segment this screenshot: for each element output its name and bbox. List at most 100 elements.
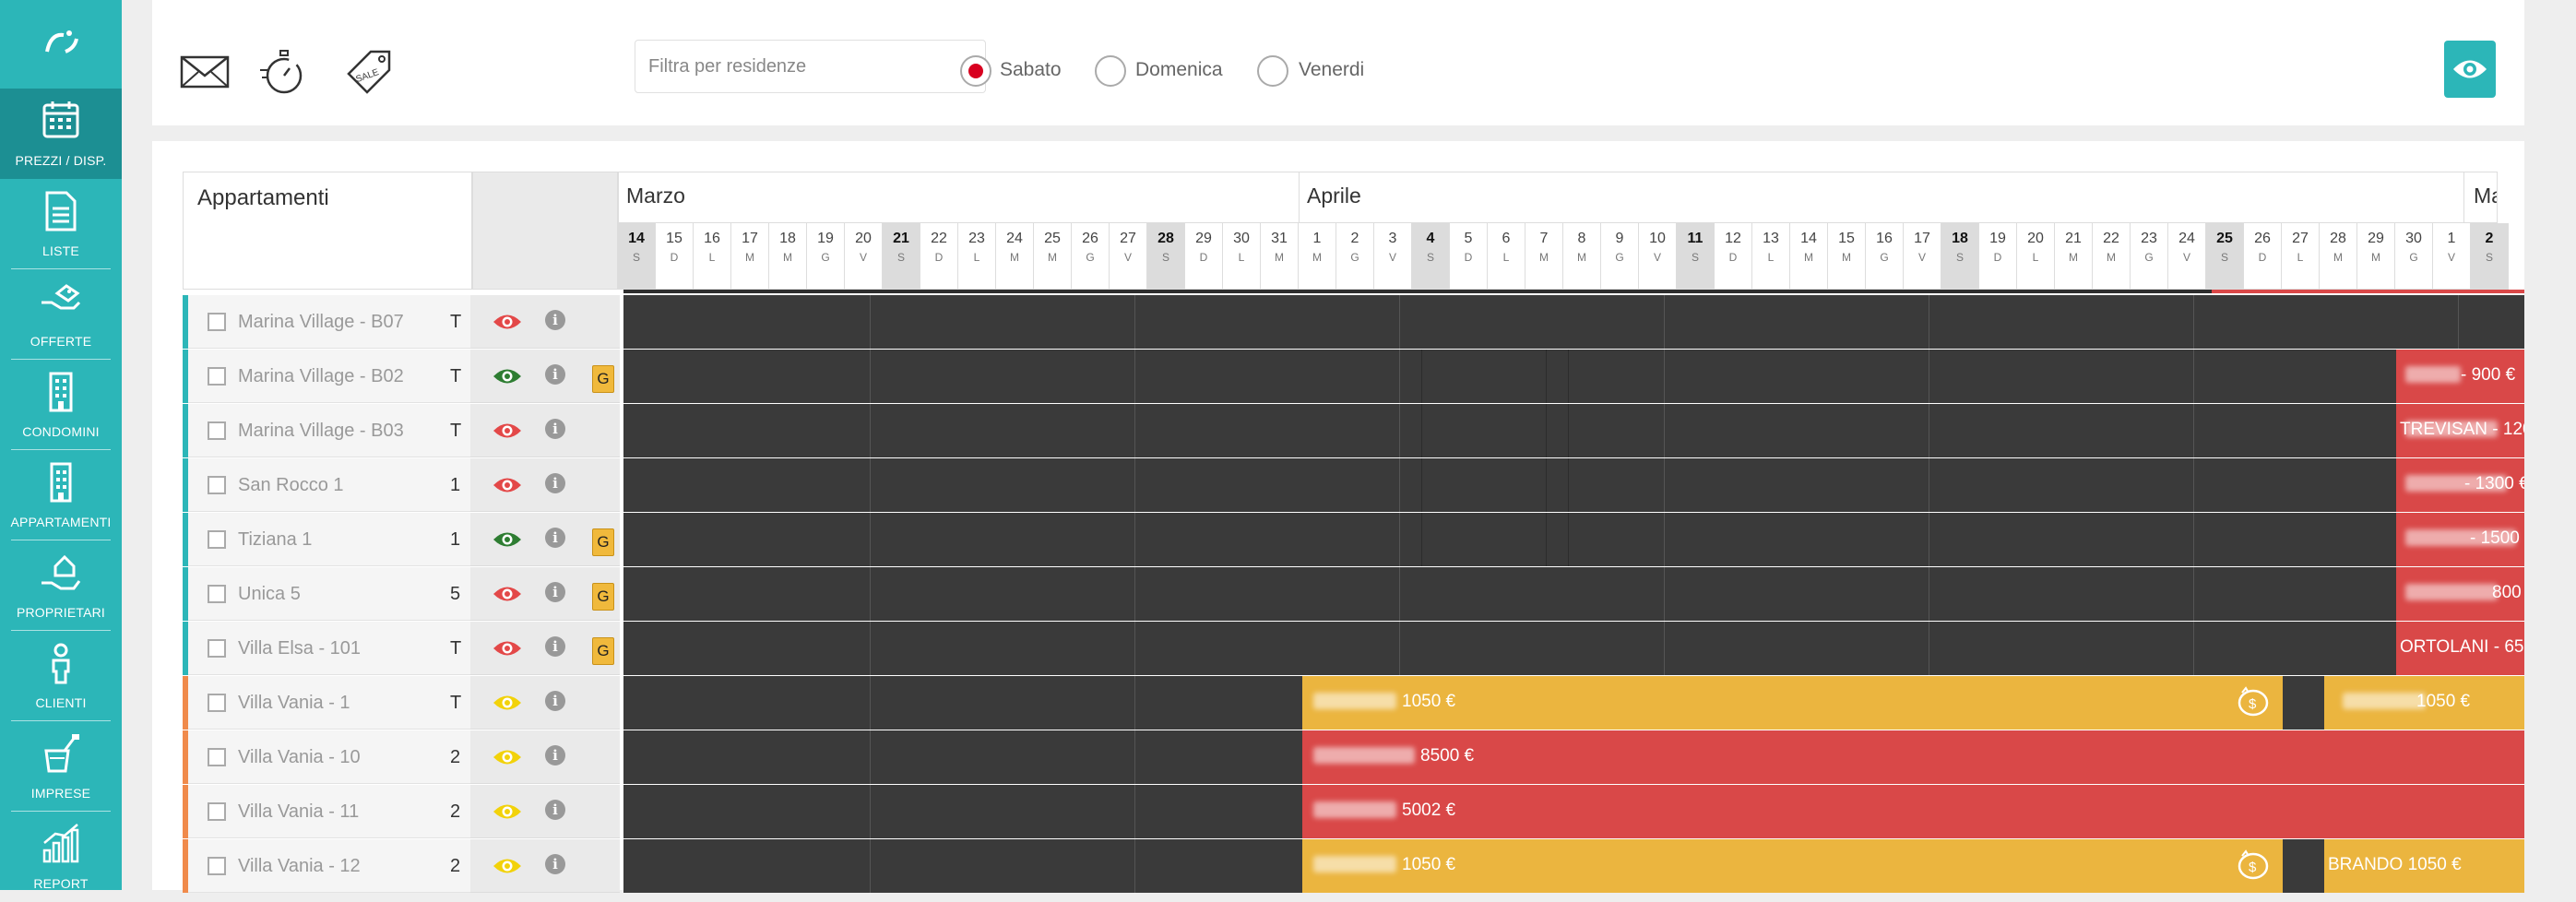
day-header-cell: 26 G [1072,223,1110,290]
row-checkbox[interactable] [208,857,226,875]
booking-block[interactable]: 5002 € [1302,785,2524,838]
availability-timeline[interactable] [623,295,2524,349]
availability-timeline[interactable]: - 1500 € [623,513,2524,566]
residence-filter-input[interactable] [635,40,986,93]
day-number: 24 [2178,231,2195,246]
apartment-type: T [450,638,462,659]
day-header-cell: 9G [1601,223,1639,290]
booking-block[interactable]: 8500 € [1302,730,2524,784]
row-checkbox[interactable] [208,313,226,331]
stopwatch-icon-button[interactable] [258,48,306,101]
info-icon[interactable]: i [545,636,565,657]
availability-timeline[interactable]: - 1300 € [623,458,2524,512]
day-header-cell: 21 S [883,223,920,290]
info-icon[interactable]: i [545,691,565,711]
month-header: Maggio [2463,172,2498,223]
row-checkbox[interactable] [208,530,226,549]
info-icon[interactable]: i [545,800,565,820]
visibility-toggle[interactable] [493,801,522,826]
booking-block[interactable]: 800 € [2396,567,2524,621]
availability-timeline[interactable]: 800 € [623,567,2524,621]
day-weekday: S [1955,251,1964,264]
sidebar-item-proprietari[interactable]: PROPRIETARI [0,540,122,631]
sidebar-item-label: IMPRESE [30,786,91,801]
info-icon[interactable]: i [545,854,565,874]
row-checkbox[interactable] [208,367,226,386]
week-separator [2193,567,2194,621]
day-weekday: M [1539,251,1549,264]
row-checkbox[interactable] [208,802,226,821]
availability-timeline[interactable]: 5002 € [623,785,2524,838]
guarantee-badge[interactable]: G [592,583,614,611]
availability-timeline[interactable]: ORTOLANI - 650 € [623,622,2524,675]
redacted-guest-name [2405,366,2461,383]
deposit-piggy-icon[interactable]: $ [2235,685,2272,718]
radio-venerdi[interactable] [1257,55,1288,87]
visibility-toggle[interactable] [493,584,522,609]
day-header-cell: 2G [1336,223,1374,290]
booking-block[interactable]: - 1300 € [2396,458,2524,512]
visibility-toggle[interactable] [493,421,522,445]
info-icon[interactable]: i [545,473,565,493]
availability-timeline[interactable]: - 900 € [623,350,2524,403]
mail-icon-button[interactable] [180,55,230,93]
sidebar-item-imprese[interactable]: IMPRESE [0,721,122,812]
radio-domenica[interactable] [1095,55,1126,87]
apartment-name: Villa Vania - 1 [238,693,350,713]
sidebar-item-clienti[interactable]: CLIENTI [0,631,122,721]
sidebar-item-liste[interactable]: LISTE [0,179,122,269]
info-icon[interactable]: i [545,745,565,766]
sidebar-item-condomini[interactable]: CONDOMINI [0,360,122,450]
month-header: Aprile [1299,172,2464,223]
row-checkbox[interactable] [208,639,226,658]
booking-block[interactable]: ORTOLANI - 650 € [2396,622,2524,675]
guarantee-badge[interactable]: G [592,528,614,556]
day-header-cell: 30 G [2395,223,2433,290]
sidebar-item-prezzi[interactable]: PREZZI / DISP. [0,89,122,179]
visibility-toggle[interactable] [493,638,522,663]
day-weekday: M [1048,251,1057,264]
visibility-toggle[interactable] [493,856,522,881]
radio-sabato[interactable] [960,55,991,87]
visibility-toggle[interactable] [493,747,522,772]
view-toggle-button[interactable] [2444,41,2496,98]
day-weekday: M [1275,251,1284,264]
info-icon[interactable]: i [545,310,565,330]
sidebar: PREZZI / DISP. LISTE OFFERTE CONDOMINI A… [0,0,122,891]
sidebar-item-offerte[interactable]: OFFERTE [0,269,122,360]
info-icon[interactable]: i [545,582,565,602]
booking-block[interactable]: - 1500 € [2396,513,2524,566]
booking-block[interactable]: 1050 € [2324,676,2524,730]
availability-timeline[interactable]: 1050 € $ BRANDO 1050 € [623,839,2524,893]
info-icon[interactable]: i [545,364,565,385]
guarantee-badge[interactable]: G [592,365,614,393]
visibility-toggle[interactable] [493,366,522,391]
row-checkbox[interactable] [208,421,226,440]
visibility-toggle[interactable] [493,312,522,337]
sidebar-item-appartamenti[interactable]: APPARTAMENTI [0,450,122,540]
sale-tag-icon-button[interactable]: SALE [343,46,395,102]
row-checkbox[interactable] [208,476,226,494]
availability-timeline[interactable]: 1050 € $ 1050 € [623,676,2524,730]
row-checkbox[interactable] [208,585,226,603]
week-separator [870,458,871,512]
row-checkbox[interactable] [208,694,226,712]
visibility-toggle[interactable] [493,475,522,500]
visibility-toggle[interactable] [493,529,522,554]
booking-block[interactable]: - 900 € [2396,350,2524,403]
booking-block[interactable]: BRANDO 1050 € [2324,839,2524,893]
deposit-piggy-icon[interactable]: $ [2235,849,2272,882]
info-icon[interactable]: i [545,528,565,548]
availability-timeline[interactable]: TREVISAN - 1200 € [623,404,2524,457]
info-icon[interactable]: i [545,419,565,439]
sidebar-item-report[interactable]: REPORT [0,812,122,902]
guarantee-badge[interactable]: G [592,637,614,665]
booking-block[interactable]: TREVISAN - 1200 € [2396,404,2524,457]
visibility-toggle[interactable] [493,693,522,718]
row-checkbox[interactable] [208,748,226,766]
booking-block[interactable]: 1050 € $ [1302,676,2283,730]
document-list-icon [45,191,77,231]
day-number: 22 [931,231,947,246]
availability-timeline[interactable]: 8500 € [623,730,2524,784]
booking-block[interactable]: 1050 € $ [1302,839,2283,893]
